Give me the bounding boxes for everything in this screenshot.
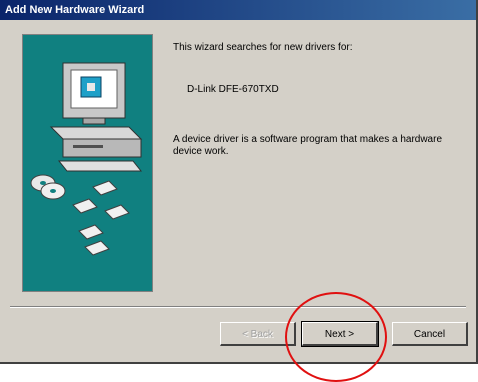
wizard-illustration bbox=[22, 34, 153, 292]
description-text: A device driver is a software program th… bbox=[173, 134, 443, 157]
separator bbox=[10, 306, 466, 308]
window-title: Add New Hardware Wizard bbox=[0, 0, 476, 20]
device-name: D-Link DFE-670TXD bbox=[187, 84, 279, 95]
next-button[interactable]: Next > bbox=[301, 321, 379, 347]
back-button[interactable]: < Back bbox=[220, 322, 296, 346]
computer-and-disks-icon bbox=[30, 62, 143, 256]
wizard-window: Add New Hardware Wizard This wizard sear… bbox=[0, 0, 478, 364]
intro-text: This wizard searches for new drivers for… bbox=[173, 42, 353, 53]
cancel-button[interactable]: Cancel bbox=[392, 322, 468, 346]
